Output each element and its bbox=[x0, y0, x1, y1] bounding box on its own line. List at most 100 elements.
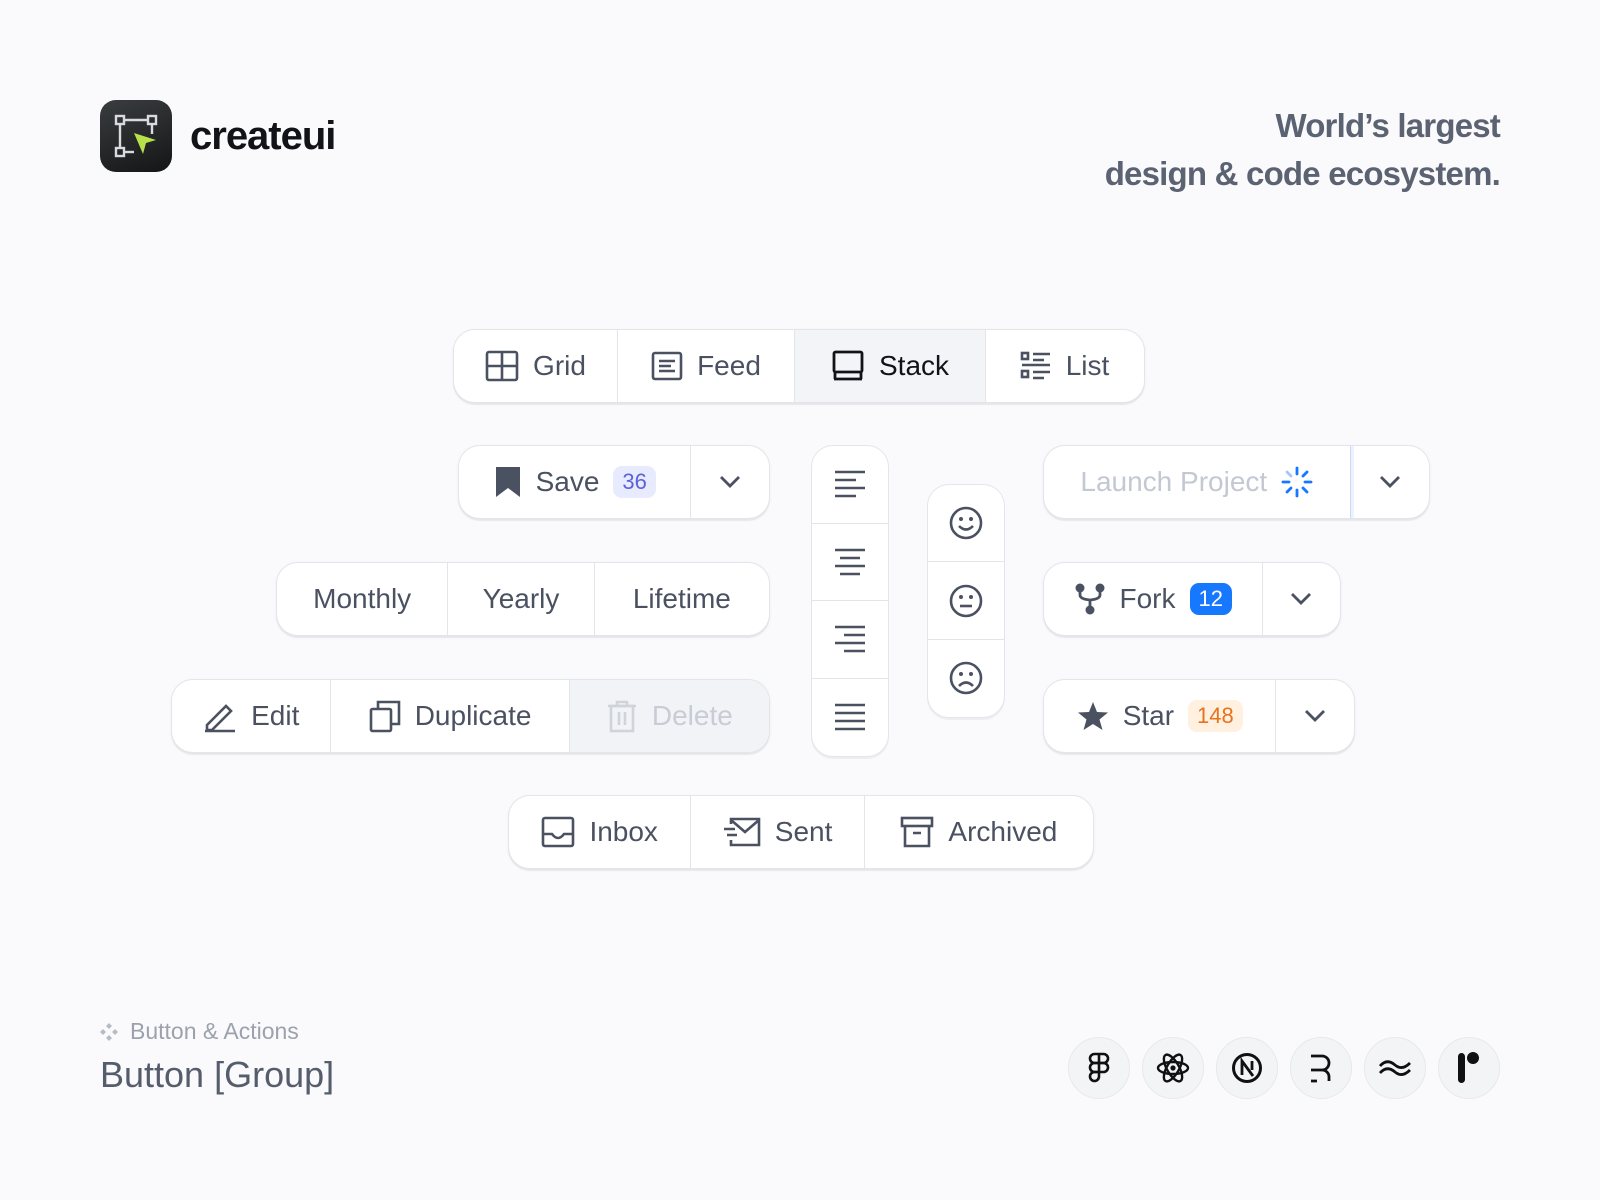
react-icon[interactable] bbox=[1142, 1037, 1204, 1099]
remix-icon[interactable] bbox=[1290, 1037, 1352, 1099]
bookmark-icon bbox=[494, 465, 522, 499]
loading-spinner-icon bbox=[1281, 466, 1313, 498]
happy-button[interactable] bbox=[928, 485, 1004, 563]
chevron-down-icon bbox=[719, 475, 741, 489]
launch-dropdown-button[interactable] bbox=[1351, 446, 1429, 518]
lifetime-label: Lifetime bbox=[632, 583, 731, 614]
framer-icon[interactable] bbox=[1438, 1037, 1500, 1099]
git-fork-icon bbox=[1074, 582, 1106, 616]
page-title: Button [Group] bbox=[100, 1054, 335, 1095]
chevron-down-icon bbox=[1379, 475, 1401, 489]
tagline-line-2: design & code ecosystem. bbox=[1104, 155, 1501, 192]
sent-button[interactable]: Sent bbox=[691, 796, 865, 868]
fork-button[interactable]: Fork 12 bbox=[1044, 563, 1263, 635]
neutral-face-icon bbox=[949, 584, 983, 618]
grid-label: Grid bbox=[533, 350, 586, 381]
star-dropdown-button[interactable] bbox=[1276, 680, 1354, 752]
monthly-label: Monthly bbox=[313, 583, 412, 614]
list-button[interactable]: List bbox=[986, 330, 1143, 402]
archived-button[interactable]: Archived bbox=[865, 796, 1093, 868]
inbox-button[interactable]: Inbox bbox=[509, 796, 692, 868]
list-icon bbox=[1020, 351, 1052, 381]
pencil-icon bbox=[203, 699, 237, 733]
save-count-badge: 36 bbox=[613, 466, 656, 498]
save-button-group: Save 36 bbox=[458, 445, 770, 519]
edit-button[interactable]: Edit bbox=[172, 680, 332, 752]
stack-label: Stack bbox=[878, 350, 950, 381]
figma-icon[interactable] bbox=[1068, 1037, 1130, 1099]
lifetime-button[interactable]: Lifetime bbox=[595, 563, 769, 635]
send-mail-icon bbox=[723, 817, 761, 847]
inbox-icon bbox=[541, 816, 575, 848]
align-right-button[interactable] bbox=[812, 601, 888, 679]
trash-icon bbox=[606, 699, 638, 733]
launch-project-label: Launch Project bbox=[1080, 466, 1268, 497]
align-right-icon bbox=[834, 624, 866, 654]
duplicate-label: Duplicate bbox=[414, 700, 532, 731]
star-label: Star bbox=[1122, 700, 1175, 731]
star-count-badge: 148 bbox=[1188, 700, 1243, 732]
mail-folder-group: Inbox Sent Archived bbox=[508, 795, 1094, 869]
tailwind-icon[interactable] bbox=[1364, 1037, 1426, 1099]
delete-button[interactable]: Delete bbox=[569, 680, 769, 752]
view-button-group: Grid Feed Stack List bbox=[453, 329, 1145, 403]
chevron-down-icon bbox=[1290, 592, 1312, 606]
fork-count-badge: 12 bbox=[1189, 583, 1232, 615]
yearly-button[interactable]: Yearly bbox=[448, 563, 595, 635]
list-label: List bbox=[1065, 350, 1110, 381]
edit-actions-group: Edit Duplicate Delete bbox=[171, 679, 770, 753]
delete-label: Delete bbox=[651, 700, 733, 731]
frown-icon bbox=[949, 661, 983, 695]
feed-icon bbox=[651, 351, 683, 381]
duplicate-button[interactable]: Duplicate bbox=[331, 680, 570, 752]
stack-icon bbox=[831, 349, 865, 383]
nextjs-icon[interactable] bbox=[1216, 1037, 1278, 1099]
align-left-button[interactable] bbox=[812, 446, 888, 524]
launch-project-button[interactable]: Launch Project bbox=[1044, 446, 1352, 518]
breadcrumb: Button & Actions bbox=[100, 1018, 299, 1045]
align-justify-icon bbox=[834, 702, 866, 732]
breadcrumb-category: Button & Actions bbox=[130, 1018, 299, 1044]
fork-button-group: Fork 12 bbox=[1043, 562, 1341, 636]
smile-icon bbox=[949, 506, 983, 540]
align-left-icon bbox=[834, 469, 866, 499]
brand-name: createui bbox=[190, 113, 336, 158]
feed-label: Feed bbox=[697, 350, 761, 381]
star-button-group: Star 148 bbox=[1043, 679, 1355, 753]
tech-stack-icons bbox=[1068, 1037, 1500, 1099]
align-center-icon bbox=[834, 547, 866, 577]
fork-dropdown-button[interactable] bbox=[1263, 563, 1341, 635]
save-button[interactable]: Save 36 bbox=[459, 446, 692, 518]
sent-label: Sent bbox=[774, 816, 833, 847]
feed-button[interactable]: Feed bbox=[618, 330, 795, 402]
align-justify-button[interactable] bbox=[812, 679, 888, 757]
align-center-button[interactable] bbox=[812, 524, 888, 601]
billing-period-group: Monthly Yearly Lifetime bbox=[276, 562, 770, 636]
tagline: World’s largest design & code ecosystem. bbox=[1104, 102, 1501, 198]
tagline-line-1: World’s largest bbox=[1275, 107, 1500, 144]
neutral-button[interactable] bbox=[928, 562, 1004, 640]
fork-label: Fork bbox=[1119, 583, 1176, 614]
save-dropdown-button[interactable] bbox=[691, 446, 769, 518]
yearly-label: Yearly bbox=[482, 583, 560, 614]
logo bbox=[100, 100, 172, 172]
mood-group bbox=[927, 484, 1005, 718]
edit-label: Edit bbox=[251, 700, 300, 731]
launch-project-group: Launch Project bbox=[1043, 445, 1430, 519]
component-icon bbox=[100, 1022, 118, 1041]
archived-label: Archived bbox=[948, 816, 1058, 847]
grid-icon bbox=[485, 350, 519, 382]
inbox-label: Inbox bbox=[589, 816, 658, 847]
save-label: Save bbox=[535, 466, 600, 497]
archive-icon bbox=[900, 816, 934, 848]
sad-button[interactable] bbox=[928, 640, 1004, 717]
monthly-button[interactable]: Monthly bbox=[277, 563, 449, 635]
stack-button[interactable]: Stack bbox=[795, 330, 986, 402]
star-icon bbox=[1077, 700, 1109, 732]
grid-button[interactable]: Grid bbox=[454, 330, 618, 402]
selection-cursor-icon bbox=[112, 112, 160, 160]
copy-icon bbox=[369, 699, 401, 733]
chevron-down-icon bbox=[1304, 709, 1326, 723]
star-button[interactable]: Star 148 bbox=[1044, 680, 1277, 752]
text-align-group bbox=[811, 445, 889, 757]
